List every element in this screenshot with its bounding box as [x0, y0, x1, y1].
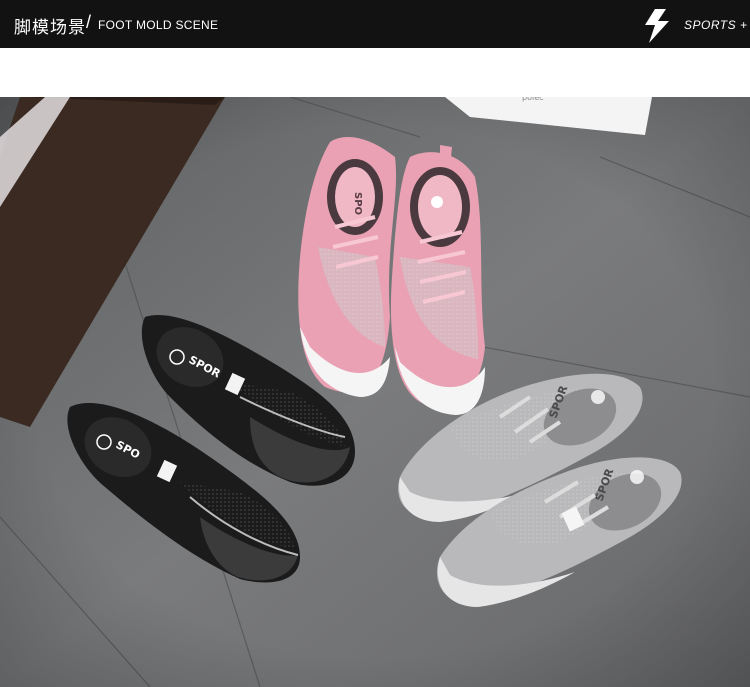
pink-tongue-label: SPO — [352, 192, 363, 215]
product-photo: polec SPO SPOR SPO SPOR SPOR — [0, 97, 750, 687]
box-label: polec — [522, 97, 544, 102]
brand-label: SPORTS + — [684, 18, 748, 32]
header-banner: 脚模场景 / FOOT MOLD SCENE SPORTS + — [0, 0, 750, 48]
page-title-en: FOOT MOLD SCENE — [98, 18, 219, 32]
page-title-cn: 脚模场景 — [14, 18, 86, 38]
title-separator: / — [86, 12, 92, 32]
lightning-bolt-icon — [645, 9, 669, 43]
